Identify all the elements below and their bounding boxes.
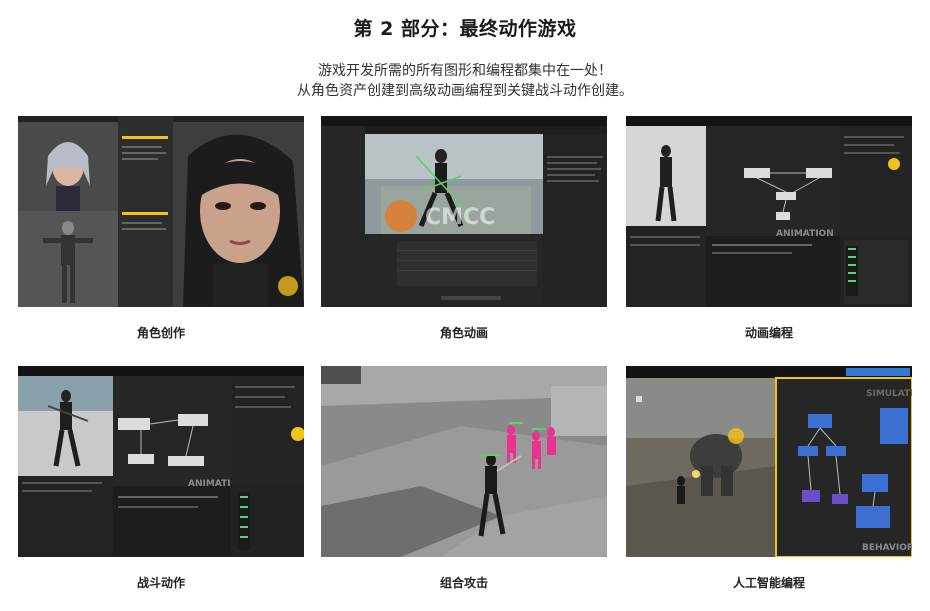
overlay-label-bottom: BEHAVIOR [862, 543, 912, 553]
card-caption: 人工智能编程 [732, 576, 805, 590]
watermark-text: CMCC [425, 205, 495, 230]
card-animation-programming[interactable]: ANIMATION 动画编程 [626, 116, 912, 340]
character-creation-screenshot[interactable] [18, 116, 304, 307]
animation-programming-screenshot[interactable]: ANIMATION [626, 116, 912, 307]
character-animation-screenshot[interactable]: CMCC [321, 116, 607, 307]
card-caption: 动画编程 [744, 326, 793, 340]
card-character-creation[interactable]: 角色创作 [18, 116, 304, 340]
combat-action-screenshot[interactable]: ANIMATION [18, 366, 304, 557]
card-combat-action[interactable]: ANIMATION 战斗动作 [18, 366, 304, 590]
page-title: 第 2 部分：最终动作游戏 [353, 18, 577, 40]
card-caption: 角色动画 [439, 326, 488, 340]
card-caption: 战斗动作 [136, 576, 185, 590]
overlay-label-top: SIMULATION [866, 389, 912, 399]
page-subtitle-line-2: 从角色资产创建到高级动画编程到关键战斗动作创建。 [297, 83, 633, 99]
card-caption: 组合攻击 [439, 576, 488, 590]
card-character-animation[interactable]: CMCC 角色动画 [321, 116, 607, 340]
combo-attack-screenshot[interactable] [321, 366, 607, 557]
card-ai-programming[interactable]: SIMULATION BEHAVIOR 人工智能编程 [626, 366, 912, 590]
page-subtitle-line-1: 游戏开发所需的所有图形和编程都集中在一处！ [318, 63, 612, 79]
card-caption: 角色创作 [136, 326, 185, 340]
ai-programming-screenshot[interactable]: SIMULATION BEHAVIOR [626, 366, 912, 557]
card-combo-attack[interactable]: 组合攻击 [321, 366, 607, 590]
